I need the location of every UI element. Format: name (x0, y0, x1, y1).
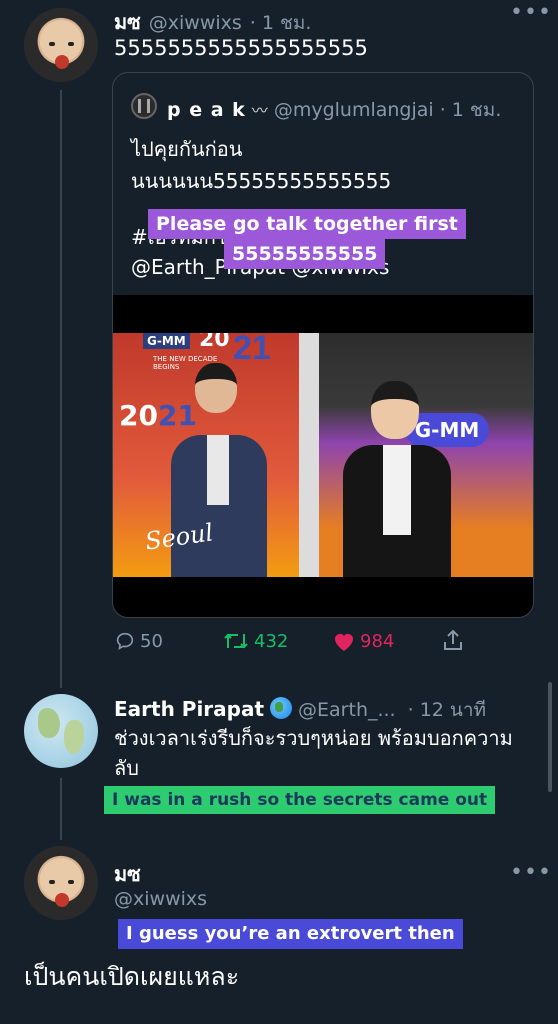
video-logo-2021-left: 2021 (119, 399, 197, 432)
avatar-xiwwixs-reply[interactable] (24, 846, 98, 920)
quote-handle[interactable]: @myglumlangjai (274, 99, 434, 121)
video-logo-20: 20 (199, 333, 230, 352)
more-options-icon[interactable]: ••• (510, 2, 552, 24)
translation-overlay-reply2: I guess you’re an extrovert then (118, 919, 463, 949)
quote-avatar[interactable] (131, 93, 157, 119)
video-logo-gmm: G-MM (143, 333, 190, 349)
quoted-tweet-card[interactable]: p e a k 〰 @myglumlangjai · 1 ชม. ไปคุยกั… (112, 72, 534, 618)
globe-icon (270, 697, 293, 719)
avatar-mouth (55, 55, 69, 69)
backdrop-pillar (299, 333, 319, 577)
reply1-time[interactable]: · 12 นาที (408, 695, 486, 725)
quote-line-1: ไปคุยกันก่อน (131, 137, 243, 161)
thread-line-1 (60, 90, 62, 688)
map-land-2 (64, 720, 84, 754)
video-logo-21: 21 (233, 333, 271, 367)
avatar-mouth (55, 893, 69, 907)
like-button[interactable]: 984 (332, 630, 394, 652)
tweet1-handle[interactable]: @xiwwixs (149, 12, 242, 34)
quote-video[interactable]: G-MM 20 21 THE NEW DECADE BEGINS 2021 G-… (113, 295, 533, 617)
reply2-handle[interactable]: @xiwwixs (114, 888, 207, 910)
avatar-xiwwixs[interactable] (24, 8, 98, 82)
person-right-shirt (383, 445, 411, 535)
quote-avatar-mark (138, 99, 150, 113)
quote-author-name[interactable]: p e a k (167, 99, 246, 121)
reply-button[interactable]: 50 (114, 630, 163, 652)
more-options-icon[interactable]: ••• (510, 862, 552, 884)
reply1-text-line2: ลับ (114, 756, 139, 780)
like-count: 984 (360, 630, 395, 652)
reply1-header: Earth Pirapat @Earth_... · 12 นาที (114, 694, 486, 725)
person-right-head (371, 381, 419, 439)
avatar-eye-right (68, 880, 74, 884)
retweet-button[interactable]: 432 (222, 630, 288, 652)
retweet-count: 432 (254, 630, 289, 652)
translation-overlay-reply1: I was in a rush so the secrets came out (104, 786, 496, 814)
avatar-earth-pirapat[interactable] (24, 694, 98, 768)
quote-line-2: นนนนนน55555555555555 (131, 169, 392, 193)
heart-icon (335, 634, 353, 651)
reply1-author-name[interactable]: Earth Pirapat (114, 697, 264, 721)
avatar-eye-right (68, 42, 74, 46)
person-left-head (195, 363, 237, 413)
video-frame: G-MM 20 21 THE NEW DECADE BEGINS 2021 G-… (113, 333, 533, 577)
avatar-eye-left (49, 880, 55, 884)
map-land-1 (38, 708, 60, 738)
thread-line-2 (60, 778, 62, 840)
reply-count: 50 (140, 630, 163, 652)
scrollbar[interactable] (548, 682, 552, 792)
retweet-icon (224, 633, 248, 649)
translation-overlay-quote-1: Please go talk together first (148, 209, 466, 239)
quote-time[interactable]: · 1 ชม. (440, 95, 502, 125)
reply2-text: เป็นคนเปิดเผยแหละ (24, 962, 240, 991)
share-button[interactable] (442, 628, 468, 652)
person-left-shirt (207, 435, 229, 505)
reply2-author-name[interactable]: มซ (114, 858, 141, 890)
reply-icon (116, 632, 134, 650)
tweet1-text: 5555555555555555555 (114, 36, 368, 60)
quote-wave-glyph: 〰 (251, 101, 268, 120)
quote-header: p e a k 〰 @myglumlangjai · 1 ชม. (167, 95, 501, 125)
translation-overlay-quote-2: 55555555555 (224, 239, 386, 269)
reply1-handle[interactable]: @Earth_... (298, 699, 396, 721)
avatar-eye-left (49, 42, 55, 46)
reply1-text-line1: ช่วงเวลาเร่งรีบก็จะรวบๆหน่อย พร้อมบอกควา… (114, 726, 513, 750)
share-icon (444, 629, 462, 650)
